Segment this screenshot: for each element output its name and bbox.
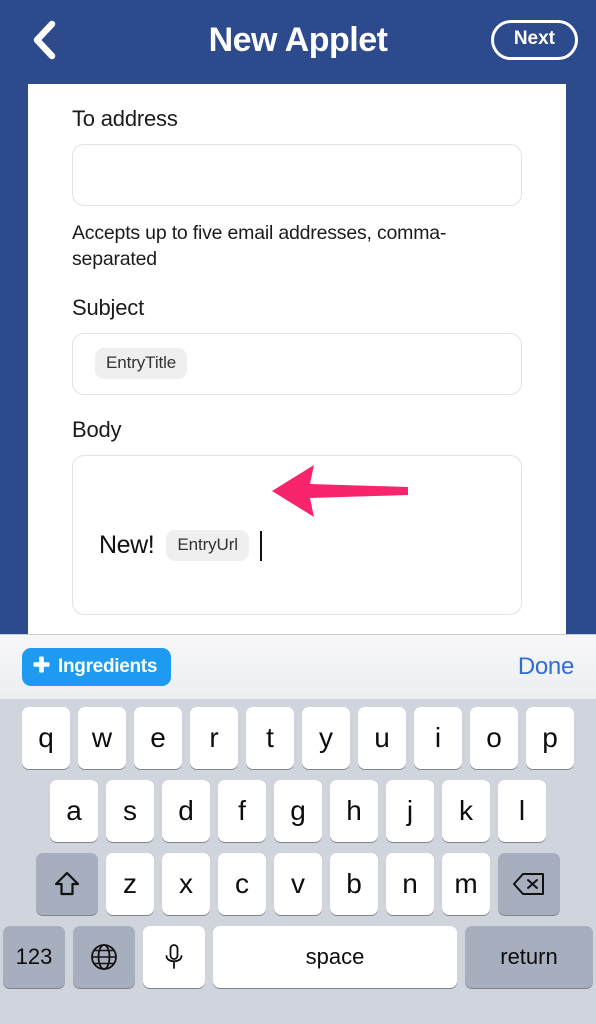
ingredient-chip-entrytitle[interactable]: EntryTitle [95, 348, 188, 380]
key-p[interactable]: p [526, 707, 574, 769]
return-key[interactable]: return [465, 926, 593, 988]
key-y[interactable]: y [302, 707, 350, 769]
shift-arrow-icon [52, 869, 82, 899]
add-ingredients-label: Ingredients [58, 656, 158, 677]
page-title: New Applet [208, 20, 388, 59]
key-t[interactable]: t [246, 707, 294, 769]
to-address-input[interactable] [72, 144, 522, 206]
keyboard-row-3: z x c v b n m [3, 853, 593, 915]
subject-input[interactable]: EntryTitle [72, 332, 522, 395]
body-field-group: Body New! EntryUrl [28, 395, 566, 615]
key-o[interactable]: o [470, 707, 518, 769]
keyboard-row-1: q w e r t y u i o p [3, 707, 593, 769]
body-label: Body [72, 416, 122, 442]
background-left-strip [0, 84, 28, 634]
key-i[interactable]: i [414, 707, 462, 769]
key-c[interactable]: c [218, 853, 266, 915]
body-text: New! [99, 531, 155, 560]
key-x[interactable]: x [162, 853, 210, 915]
on-screen-keyboard: q w e r t y u i o p a s d f g h j k l z … [0, 699, 596, 1024]
ingredient-chip-entryurl[interactable]: EntryUrl [166, 530, 249, 562]
form-card: To address Accepts up to five email addr… [28, 84, 566, 634]
backspace-key[interactable] [498, 853, 560, 915]
space-key[interactable]: space [213, 926, 457, 988]
subject-label: Subject [72, 294, 144, 320]
key-r[interactable]: r [190, 707, 238, 769]
globe-icon [89, 942, 119, 972]
key-h[interactable]: h [330, 780, 378, 842]
key-v[interactable]: v [274, 853, 322, 915]
app-header: New Applet Next [0, 0, 596, 80]
to-address-field-group: To address Accepts up to five email addr… [28, 84, 566, 273]
keyboard-accessory-bar: Ingredients Done [0, 634, 596, 699]
text-cursor [259, 530, 263, 561]
key-f[interactable]: f [218, 780, 266, 842]
plus-icon [32, 655, 51, 680]
key-d[interactable]: d [162, 780, 210, 842]
shift-key[interactable] [36, 853, 98, 915]
to-address-label: To address [72, 106, 178, 131]
key-b[interactable]: b [330, 853, 378, 915]
to-address-helper-text: Accepts up to five email addresses, comm… [72, 222, 447, 271]
key-n[interactable]: n [386, 853, 434, 915]
keyboard-row-2: a s d f g h j k l [3, 780, 593, 842]
dictation-key[interactable] [143, 926, 205, 988]
key-m[interactable]: m [442, 853, 490, 915]
key-a[interactable]: a [50, 780, 98, 842]
keyboard-row-4: 123 space return [3, 926, 593, 988]
next-button[interactable]: Next [490, 20, 578, 60]
key-z[interactable]: z [106, 853, 154, 915]
key-u[interactable]: u [358, 707, 406, 769]
key-e[interactable]: e [134, 707, 182, 769]
add-ingredients-button[interactable]: Ingredients [22, 648, 172, 686]
key-k[interactable]: k [442, 780, 490, 842]
background-right-strip [566, 84, 596, 634]
body-input[interactable]: New! EntryUrl [72, 454, 522, 615]
subject-field-group: Subject EntryTitle [28, 273, 566, 395]
key-l[interactable]: l [498, 780, 546, 842]
numbers-key[interactable]: 123 [3, 926, 65, 988]
key-q[interactable]: q [22, 707, 70, 769]
key-g[interactable]: g [274, 780, 322, 842]
backspace-icon [512, 871, 546, 897]
key-j[interactable]: j [386, 780, 434, 842]
key-w[interactable]: w [78, 707, 126, 769]
globe-key[interactable] [73, 926, 135, 988]
back-button[interactable] [20, 17, 66, 63]
microphone-icon [161, 942, 187, 972]
key-s[interactable]: s [106, 780, 154, 842]
done-button[interactable]: Done [518, 653, 574, 681]
chevron-left-icon [30, 20, 56, 60]
